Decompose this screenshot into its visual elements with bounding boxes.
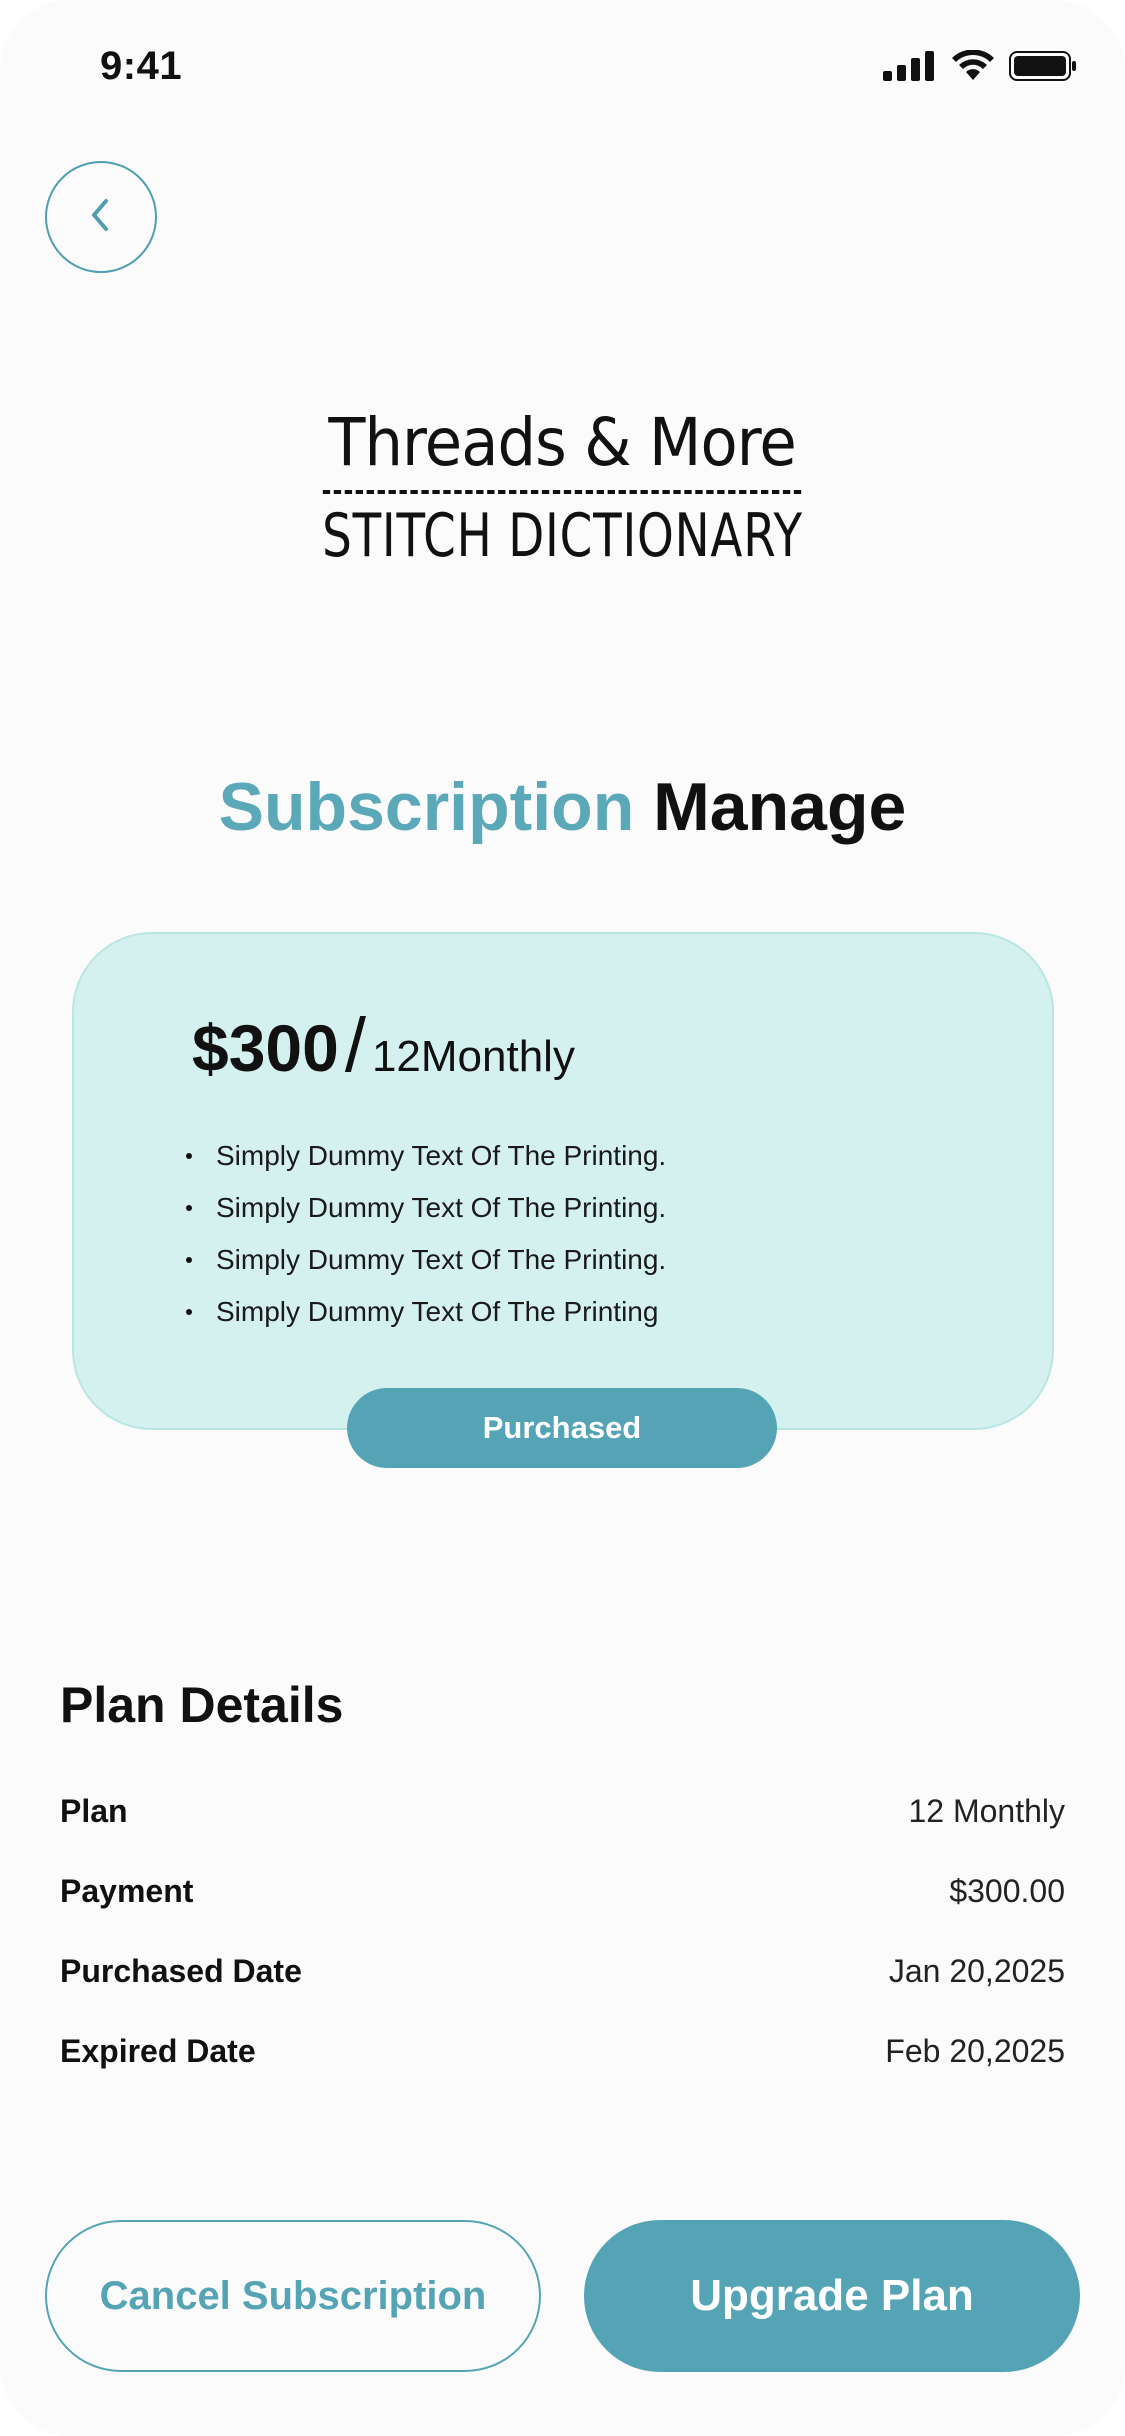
feature-text: Simply Dummy Text Of The Printing [216, 1296, 659, 1327]
detail-value: Feb 20,2025 [885, 2032, 1065, 2069]
feature-list: Simply Dummy Text Of The Printing. Simpl… [186, 1130, 666, 1338]
bullet-icon [186, 1309, 192, 1315]
signal-icon [883, 51, 937, 86]
feature-item: Simply Dummy Text Of The Printing. [186, 1234, 666, 1286]
page-title-accent: Subscription [218, 769, 635, 845]
logo-title: Threads & More [323, 400, 802, 494]
feature-text: Simply Dummy Text Of The Printing. [216, 1244, 667, 1275]
bullet-icon [186, 1153, 192, 1159]
feature-item: Simply Dummy Text Of The Printing [186, 1286, 666, 1338]
detail-label: Plan [60, 1792, 128, 1829]
detail-label: Expired Date [60, 2032, 256, 2069]
detail-row-purchased-date: Purchased Date Jan 20,2025 [60, 1946, 1065, 1996]
plan-card: $300 / 12Monthly Simply Dummy Text Of Th… [72, 932, 1054, 1430]
feature-text: Simply Dummy Text Of The Printing. [216, 1192, 667, 1223]
battery-icon [1009, 50, 1077, 87]
detail-row-payment: Payment $300.00 [60, 1866, 1065, 1916]
page-title-rest: Manage [653, 769, 907, 845]
price-amount: $300 [192, 1011, 339, 1085]
phone-screen: 9:41 Threads & More STITCH DICTIONARY Su… [0, 0, 1125, 2436]
logo-subtitle: STITCH DICTIONARY [322, 501, 803, 571]
bullet-icon [186, 1205, 192, 1211]
back-button[interactable] [45, 161, 157, 273]
app-logo: Threads & More STITCH DICTIONARY [0, 400, 1125, 572]
plan-price: $300 / 12Monthly [192, 1002, 575, 1089]
bullet-icon [186, 1257, 192, 1263]
detail-label: Purchased Date [60, 1952, 302, 1989]
detail-value: $300.00 [949, 1872, 1065, 1909]
detail-row-plan: Plan 12 Monthly [60, 1786, 1065, 1836]
feature-text: Simply Dummy Text Of The Printing. [216, 1140, 667, 1171]
feature-item: Simply Dummy Text Of The Printing. [186, 1182, 666, 1234]
purchased-badge: Purchased [347, 1388, 777, 1468]
wifi-icon [951, 49, 995, 87]
chevron-left-icon [86, 195, 116, 240]
price-period: 12Monthly [371, 1032, 575, 1081]
detail-row-expired-date: Expired Date Feb 20,2025 [60, 2026, 1065, 2076]
plan-details-title: Plan Details [60, 1677, 344, 1733]
detail-label: Payment [60, 1872, 194, 1909]
detail-value: Jan 20,2025 [888, 1952, 1065, 1989]
page-title: Subscription Manage [0, 762, 1125, 852]
upgrade-plan-button[interactable]: Upgrade Plan [584, 2220, 1080, 2372]
status-time: 9:41 [100, 44, 183, 88]
detail-value: 12 Monthly [908, 1792, 1065, 1829]
feature-item: Simply Dummy Text Of The Printing. [186, 1130, 666, 1182]
cancel-subscription-button[interactable]: Cancel Subscription [45, 2220, 541, 2372]
status-icons [883, 49, 1077, 87]
price-slash: / [344, 1003, 366, 1088]
